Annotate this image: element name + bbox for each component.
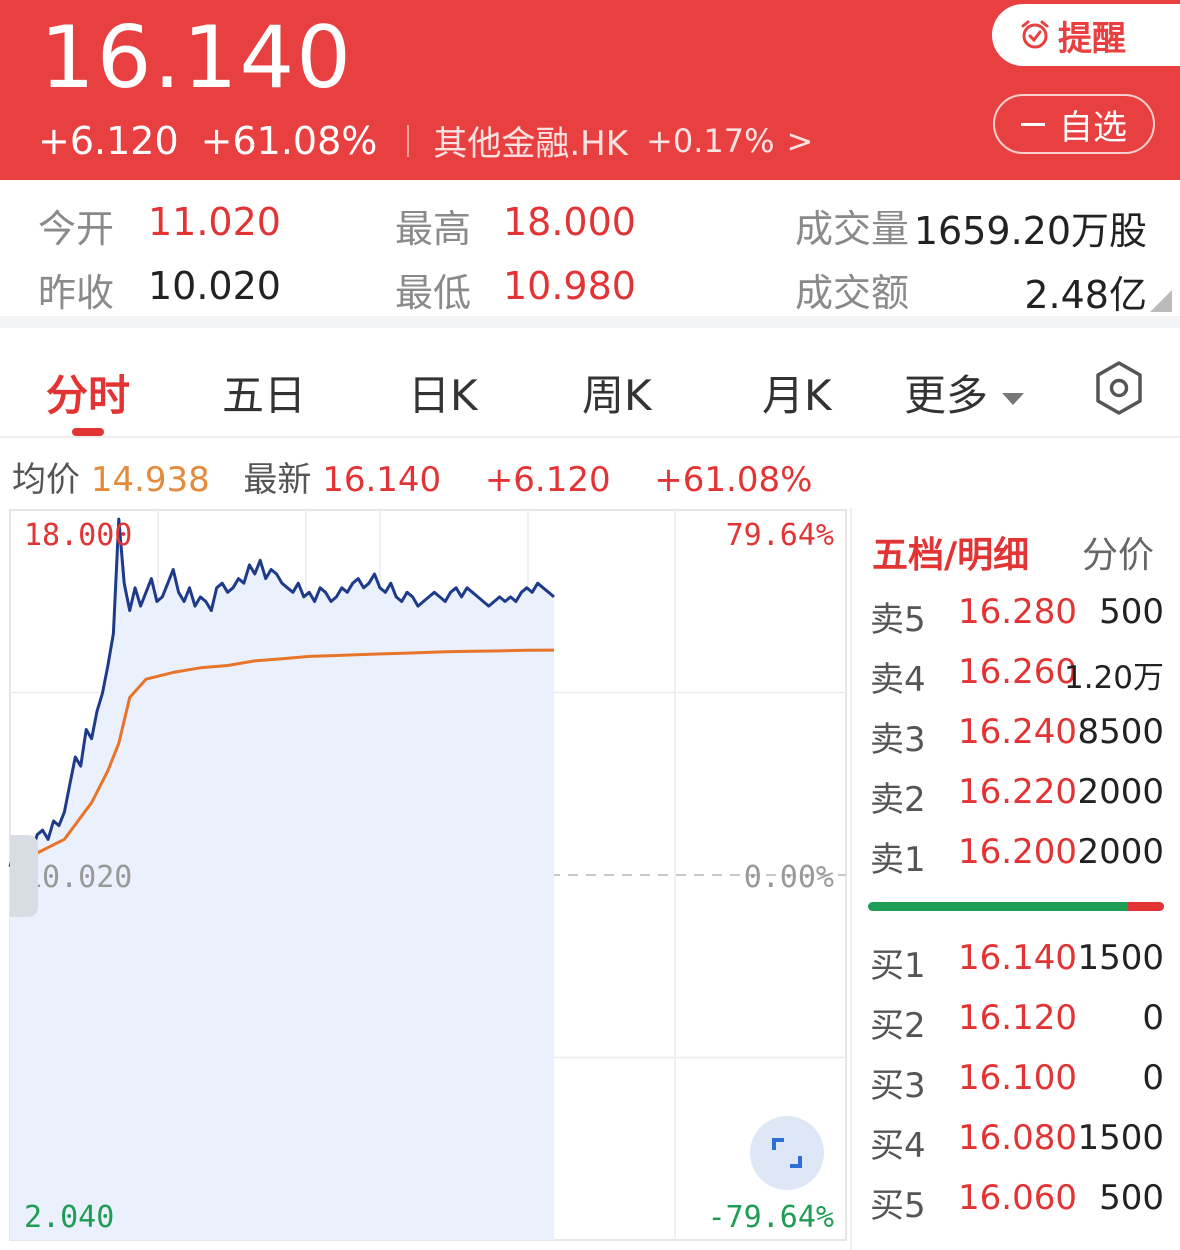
divider bbox=[407, 124, 410, 157]
bid-row: 买2 16.120 0 bbox=[870, 998, 1164, 1046]
stat-open: 今开 11.020 bbox=[38, 200, 281, 251]
watchlist-button[interactable]: 自选 bbox=[993, 94, 1155, 154]
avg-price: 14.938 bbox=[90, 460, 210, 500]
tab-more[interactable]: 更多 bbox=[904, 362, 1025, 423]
order-book: 五档/明细 分价 卖5 16.280 500 卖4 16.260 1.20万 卖… bbox=[850, 508, 1180, 1250]
tab-weekly-k[interactable]: 周K bbox=[582, 362, 652, 423]
axis-label-prev-close: 10.020 bbox=[24, 860, 133, 895]
bid-row: 买1 16.140 1500 bbox=[870, 938, 1164, 986]
tab-monthly-k[interactable]: 月K bbox=[762, 362, 832, 423]
sector-link[interactable]: 其他金融.HK bbox=[433, 116, 628, 165]
quote-stats: 今开 11.020 昨收 10.020 最高 18.000 最低 10.980 … bbox=[0, 180, 1180, 328]
chart-side-handle[interactable] bbox=[10, 835, 38, 917]
price-change-pct: +61.08% bbox=[200, 118, 378, 163]
tab-five-day[interactable]: 五日 bbox=[222, 362, 306, 423]
chevron-right-icon[interactable]: > bbox=[787, 122, 814, 160]
chart-period-tabs: 分时 五日 日K 周K 月K 更多 bbox=[0, 340, 1180, 438]
ask-row: 卖2 16.220 2000 bbox=[870, 772, 1164, 820]
bid-row: 买3 16.100 0 bbox=[870, 1058, 1164, 1106]
stat-volume: 成交量 1659.20万股 bbox=[795, 207, 1147, 253]
tab-daily-k[interactable]: 日K bbox=[408, 362, 478, 423]
change-row: +6.120 +61.08% 其他金融.HK +0.17% > bbox=[38, 116, 813, 165]
tab-intraday[interactable]: 分时 bbox=[46, 362, 130, 423]
tab-price-distribution[interactable]: 分价 bbox=[1082, 526, 1154, 578]
order-book-tabs: 五档/明细 分价 bbox=[872, 526, 1154, 578]
ask-row: 卖5 16.280 500 bbox=[870, 592, 1164, 640]
settings-hexagon-icon[interactable] bbox=[1094, 360, 1144, 416]
chevron-down-icon bbox=[1002, 392, 1025, 405]
axis-label-pct-high: 79.64% bbox=[725, 518, 834, 553]
stat-turnover: 成交额 2.48亿 bbox=[795, 271, 1147, 317]
sector-change-pct: +0.17% bbox=[646, 121, 775, 160]
stat-prev-close: 昨收 10.020 bbox=[38, 264, 281, 315]
axis-label-low: 2.040 bbox=[24, 1200, 115, 1235]
fullscreen-icon bbox=[772, 1138, 802, 1168]
stat-high: 最高 18.000 bbox=[395, 200, 636, 251]
intraday-chart[interactable]: 18.000 10.020 2.040 79.64% 0.00% -79.64% bbox=[8, 508, 848, 1248]
axis-label-pct-low: -79.64% bbox=[707, 1200, 834, 1235]
alert-label: 提醒 bbox=[1058, 18, 1126, 59]
latest-change-pct: +61.08% bbox=[654, 460, 813, 500]
alarm-clock-icon bbox=[1021, 20, 1049, 49]
ask-row: 卖1 16.200 2000 bbox=[870, 832, 1164, 880]
quote-header: 16.140 +6.120 +61.08% 其他金融.HK +0.17% > 提… bbox=[0, 0, 1180, 180]
bid-row: 买5 16.060 500 bbox=[870, 1178, 1164, 1226]
ask-row: 卖4 16.260 1.20万 bbox=[870, 652, 1164, 700]
last-price: 16.140 bbox=[40, 8, 353, 108]
watchlist-label: 自选 bbox=[1059, 107, 1127, 148]
intraday-chart-svg bbox=[8, 509, 847, 1241]
sell-ratio-segment bbox=[1128, 902, 1164, 911]
buy-sell-ratio-bar bbox=[868, 902, 1164, 911]
axis-label-pct-zero: 0.00% bbox=[743, 860, 834, 895]
chart-info-row: 均价 14.938 最新 16.140 +6.120 +61.08% bbox=[12, 460, 813, 500]
stat-low: 最低 10.980 bbox=[395, 264, 636, 315]
axis-label-high: 18.000 bbox=[24, 518, 133, 553]
price-change: +6.120 bbox=[38, 118, 179, 163]
expand-corner-icon[interactable] bbox=[1150, 290, 1172, 312]
bid-row: 买4 16.080 1500 bbox=[870, 1118, 1164, 1166]
latest-change: +6.120 bbox=[484, 460, 611, 500]
fullscreen-button[interactable] bbox=[750, 1116, 824, 1190]
latest-price: 16.140 bbox=[322, 460, 442, 500]
minus-icon bbox=[1021, 122, 1045, 126]
active-tab-indicator bbox=[72, 428, 104, 436]
tab-level2-detail[interactable]: 五档/明细 bbox=[872, 535, 1029, 576]
ask-row: 卖3 16.240 8500 bbox=[870, 712, 1164, 760]
alert-button[interactable]: 提醒 bbox=[992, 4, 1180, 66]
